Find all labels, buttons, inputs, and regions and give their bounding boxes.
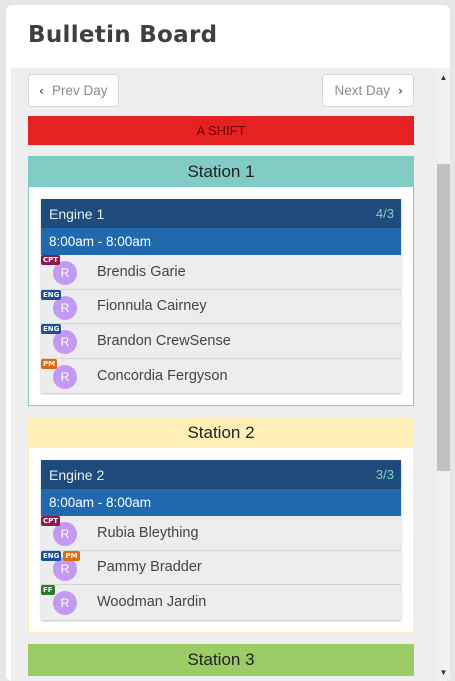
scroll-thumb[interactable] [437, 164, 450, 471]
engine-name: Engine 1 [49, 205, 105, 222]
shift-banner: A SHIFT [28, 116, 414, 145]
station-name: Station 2 [187, 423, 255, 442]
rank-badge: ENG [41, 550, 62, 561]
day-navigation: ‹ Prev Day Next Day › [28, 68, 414, 116]
rank-badge: CPT [41, 516, 61, 526]
crew-member-name: Brandon CrewSense [97, 332, 231, 349]
shift-time: 8:00am - 8:00am [41, 228, 401, 255]
chevron-left-icon: ‹ [39, 83, 44, 98]
crew-row[interactable]: R ENG PM Pammy Bradder [41, 550, 401, 585]
rank-badges: CPT [41, 516, 61, 526]
bulletin-board-panel: Bulletin Board ‹ Prev Day Next Day › A S… [6, 5, 450, 681]
rank-badges: ENG [41, 289, 62, 300]
prev-day-label: Prev Day [51, 83, 108, 98]
crew-member-name: Pammy Bradder [97, 559, 202, 576]
shift-time: 8:00am - 8:00am [41, 489, 401, 516]
chevron-right-icon: › [398, 83, 403, 98]
station-list: Station 1 Engine 1 4/3 8:00am - 8:00am R CPT B… [28, 156, 414, 676]
shift-time-label: 8:00am - 8:00am [49, 234, 152, 249]
station-header[interactable]: Station 3 [29, 644, 413, 675]
prev-day-button[interactable]: ‹ Prev Day [28, 74, 119, 107]
engine-card: Engine 2 3/3 8:00am - 8:00am R CPT Rubia Bley… [41, 460, 401, 620]
scroll-down-arrow-icon[interactable]: ▼ [437, 665, 450, 679]
staffing-count: 4/3 [375, 206, 394, 221]
engine-name: Engine 2 [49, 466, 105, 483]
rank-badges: CPT [41, 255, 61, 265]
panel-header: Bulletin Board [6, 5, 450, 68]
station-body: Engine 1 4/3 8:00am - 8:00am R CPT Brendis Ga… [29, 187, 413, 405]
station-header[interactable]: Station 2 [29, 418, 413, 448]
vertical-scrollbar[interactable]: ▲ ▼ [437, 68, 450, 681]
crew-member-name: Rubia Bleything [97, 524, 199, 541]
crew-member-name: Woodman Jardin [97, 594, 207, 611]
crew-member-name: Fionnula Cairney [97, 298, 207, 315]
crew-row[interactable]: R CPT Brendis Garie [41, 255, 401, 290]
rank-badge: FF [41, 585, 55, 595]
crew-member-name: Concordia Fergyson [97, 367, 228, 384]
crew-row[interactable]: R ENG Brandon CrewSense [41, 324, 401, 359]
station-body: Engine 2 3/3 8:00am - 8:00am R CPT Rubia Bley… [29, 448, 413, 632]
engine-header[interactable]: Engine 2 3/3 [41, 460, 401, 489]
rank-badge: PM [41, 358, 58, 369]
rank-badge: PM [63, 550, 80, 561]
board-scroll-area[interactable]: ‹ Prev Day Next Day › A SHIFT Station 1 E… [11, 68, 437, 681]
crew-member-name: Brendis Garie [97, 263, 186, 280]
page-title: Bulletin Board [28, 22, 218, 48]
rank-badge: ENG [41, 289, 62, 300]
scroll-up-arrow-icon[interactable]: ▲ [437, 70, 450, 84]
next-day-label: Next Day [334, 83, 391, 98]
station-card: Station 3 [28, 643, 414, 676]
station-header[interactable]: Station 1 [29, 157, 413, 187]
avatar: R [53, 591, 77, 615]
rank-badges: FF [41, 585, 55, 595]
rank-badge: CPT [41, 255, 61, 265]
shift-time-label: 8:00am - 8:00am [49, 495, 152, 510]
crew-row[interactable]: R ENG Fionnula Cairney [41, 289, 401, 324]
station-name: Station 1 [187, 162, 255, 181]
station-name: Station 3 [187, 649, 255, 669]
station-card: Station 1 Engine 1 4/3 8:00am - 8:00am R CPT B… [28, 156, 414, 406]
rank-badges: ENG PM [41, 550, 80, 561]
engine-header[interactable]: Engine 1 4/3 [41, 199, 401, 228]
engine-card: Engine 1 4/3 8:00am - 8:00am R CPT Brendis Ga… [41, 199, 401, 393]
crew-row[interactable]: R FF Woodman Jardin [41, 585, 401, 620]
rank-badge: ENG [41, 324, 62, 334]
crew-row[interactable]: R PM Concordia Fergyson [41, 358, 401, 393]
next-day-button[interactable]: Next Day › [322, 74, 414, 107]
shift-label: A SHIFT [196, 123, 246, 138]
board-content: ‹ Prev Day Next Day › A SHIFT Station 1 E… [28, 68, 414, 676]
rank-badges: ENG [41, 324, 62, 334]
staffing-count: 3/3 [375, 467, 394, 482]
crew-row[interactable]: R CPT Rubia Bleything [41, 516, 401, 551]
station-card: Station 2 Engine 2 3/3 8:00am - 8:00am R CPT R… [28, 417, 414, 633]
rank-badges: PM [41, 358, 58, 369]
